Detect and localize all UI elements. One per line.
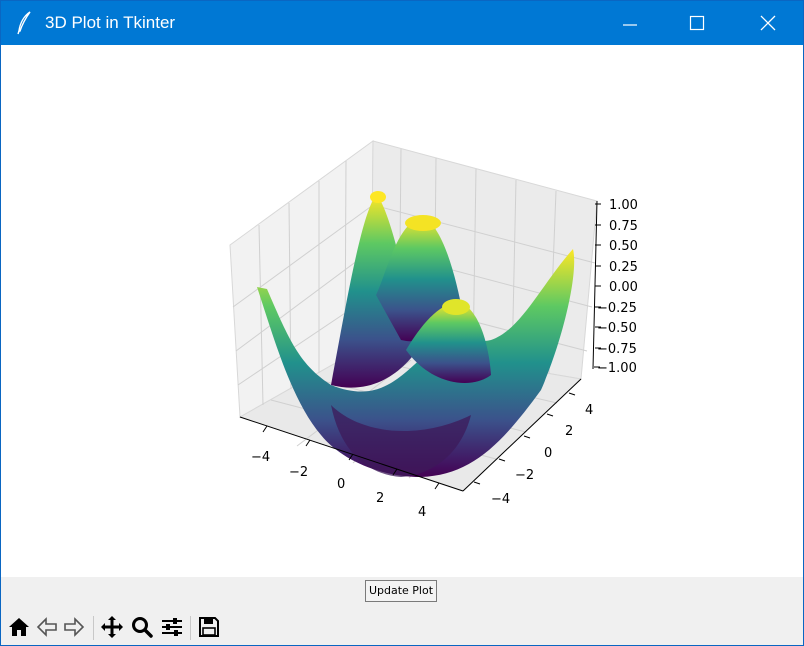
- x-tick-label: −4: [251, 450, 270, 465]
- save-button[interactable]: [197, 615, 221, 639]
- back-button[interactable]: [35, 615, 59, 639]
- app-window: 3D Plot in Tkinter 1.00 0.75 0.50 0.25 0…: [0, 0, 804, 646]
- feather-icon: [15, 11, 35, 35]
- close-button[interactable]: [745, 1, 791, 45]
- y-tick-label: 0: [544, 446, 552, 461]
- home-icon: [9, 618, 29, 636]
- home-button[interactable]: [7, 615, 31, 639]
- z-tick-label: −0.25: [597, 301, 637, 316]
- update-plot-button[interactable]: Update Plot: [365, 580, 437, 602]
- z-tick-label: 0.75: [609, 219, 638, 234]
- x-tick-label: 0: [337, 477, 345, 492]
- y-tick-label: −2: [515, 468, 534, 483]
- close-icon: [760, 15, 776, 31]
- control-area: Update Plot: [1, 577, 803, 645]
- forward-icon: [64, 617, 85, 637]
- maximize-button[interactable]: [674, 1, 720, 45]
- z-tick-label: −1.00: [597, 361, 637, 376]
- forward-button[interactable]: [62, 615, 86, 639]
- z-tick-label: 0.25: [609, 260, 638, 275]
- surface-plot: 1.00 0.75 0.50 0.25 0.00 −0.25 −0.50 −0.…: [229, 140, 638, 520]
- maximize-icon: [689, 15, 705, 31]
- x-tick-label: 4: [418, 505, 426, 520]
- y-tick-label: 2: [565, 424, 573, 439]
- z-tick-label: 0.00: [609, 280, 638, 295]
- window-title: 3D Plot in Tkinter: [45, 13, 176, 32]
- pan-button[interactable]: [100, 615, 124, 639]
- x-tick-label: 2: [376, 491, 384, 506]
- toolbar-separator: [93, 616, 94, 640]
- minimize-icon: [623, 24, 637, 26]
- pan-icon: [101, 616, 123, 638]
- configure-icon: [162, 618, 182, 636]
- configure-subplots-button[interactable]: [160, 615, 184, 639]
- z-tick-label: −0.50: [597, 321, 637, 336]
- x-tick-label: −2: [289, 465, 308, 480]
- minimize-button[interactable]: [607, 1, 653, 45]
- plot-canvas[interactable]: 1.00 0.75 0.50 0.25 0.00 −0.25 −0.50 −0.…: [1, 45, 803, 577]
- z-axis: 1.00 0.75 0.50 0.25 0.00 −0.25 −0.50 −0.…: [592, 198, 638, 376]
- y-tick-label: 4: [585, 403, 593, 418]
- zoom-icon: [132, 617, 153, 638]
- title-bar[interactable]: 3D Plot in Tkinter: [1, 1, 803, 45]
- z-tick-label: −0.75: [597, 342, 637, 357]
- y-tick-label: −4: [491, 492, 510, 507]
- navigation-toolbar: [1, 613, 803, 643]
- z-tick-label: 0.50: [609, 239, 638, 254]
- back-icon: [36, 617, 57, 637]
- save-icon: [199, 617, 219, 637]
- z-tick-label: 1.00: [609, 198, 638, 213]
- zoom-button[interactable]: [130, 615, 154, 639]
- toolbar-separator: [190, 616, 191, 640]
